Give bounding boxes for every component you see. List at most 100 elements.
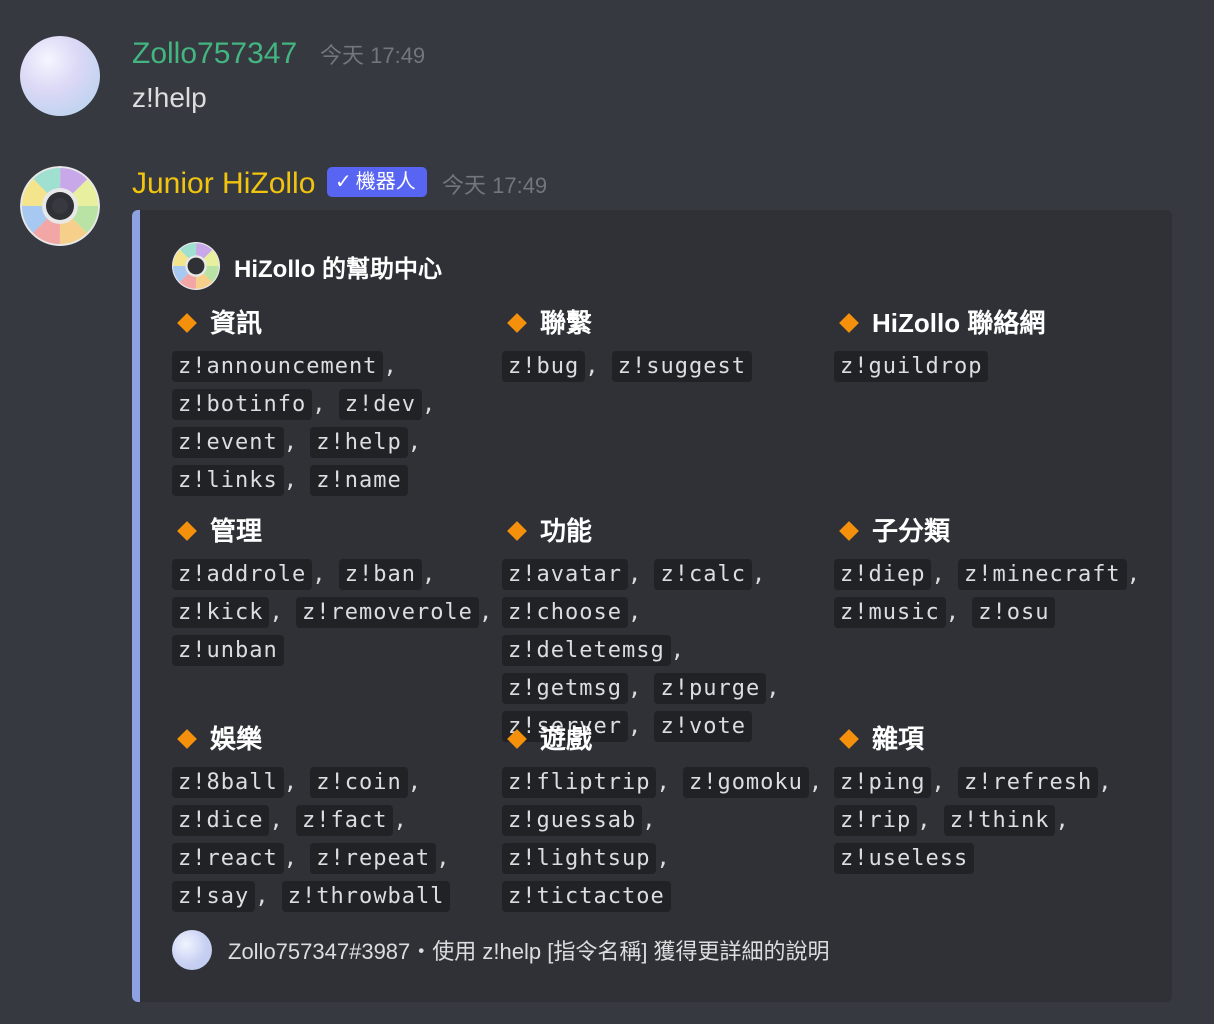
command-code: z!gomoku [682, 767, 809, 798]
command-code: z!name [310, 465, 408, 496]
command-code: z!useless [834, 843, 975, 874]
command-code: z!osu [972, 597, 1056, 628]
command-code: z!kick [172, 597, 270, 628]
command-code: z!repeat [310, 843, 437, 874]
user-avatar[interactable] [20, 36, 100, 116]
embed-field-value: z!8ball, z!coin, z!dice, z!fact, z!react… [172, 764, 502, 916]
command-separator: , [407, 430, 421, 455]
command-code: z!say [172, 881, 256, 912]
embed-field-title-text: 功能 [540, 516, 593, 546]
bot-badge: ✓ 機器人 [327, 167, 427, 197]
embed-field-title-text: 子分類 [872, 516, 951, 546]
command-code: z!calc [654, 559, 752, 590]
hizollo-logo-icon [20, 166, 100, 246]
command-code: z!react [172, 843, 284, 874]
command-separator: , [283, 846, 311, 871]
command-code: z!avatar [502, 559, 628, 590]
message-content: z!help [132, 82, 207, 113]
command-separator: , [1098, 770, 1112, 795]
orange-diamond-icon [507, 521, 527, 541]
verified-check-icon: ✓ [335, 171, 352, 193]
embed-field: 功能 z!avatar, z!calc, z!choose, z!deletems… [502, 514, 832, 746]
command-separator: , [931, 770, 958, 795]
command-separator: , [283, 770, 311, 795]
embed-field-value: z!addrole, z!ban, z!kick, z!removerole, … [172, 556, 502, 670]
embed-field: HiZollo 聯絡網 z!guildrop [834, 306, 1164, 386]
command-code: z!help [310, 427, 408, 458]
embed-footer: Zollo757347#3987・使用 z!help [指令名稱] 獲得更詳細的… [172, 930, 830, 970]
orange-diamond-icon [839, 729, 859, 749]
command-code: z!music [834, 597, 946, 628]
command-separator: , [808, 770, 823, 795]
command-code: z!botinfo [172, 389, 313, 420]
embed-field: 雜項 z!ping, z!refresh, z!rip, z!think, z!u… [834, 722, 1164, 878]
embed-field-value: z!fliptrip, z!gomoku, z!guessab, z!light… [502, 764, 832, 916]
help-embed: HiZollo 的幫助中心 資訊 z!announcement, z!botinf… [132, 210, 1172, 1002]
command-code: z!event [172, 427, 284, 458]
command-separator: , [1055, 808, 1069, 833]
command-separator: , [931, 562, 958, 587]
embed-field-title: 聯繫 [502, 306, 832, 340]
embed-field: 娛樂 z!8ball, z!coin, z!dice, z!fact, z!rea… [172, 722, 502, 916]
command-separator: , [917, 808, 944, 833]
command-code: z!rip [834, 805, 918, 836]
embed-field-title: HiZollo 聯絡網 [834, 306, 1164, 340]
embed-field: 遊戲 z!fliptrip, z!gomoku, z!guessab, z!lig… [502, 722, 832, 916]
command-code: z!unban [172, 635, 284, 666]
orange-diamond-icon [507, 729, 527, 749]
command-code: z!links [172, 465, 284, 496]
command-code: z!deletemsg [502, 635, 671, 666]
command-code: z!announcement [172, 351, 384, 382]
command-code: z!ping [834, 767, 932, 798]
command-separator: , [642, 808, 656, 833]
footer-avatar [172, 930, 212, 970]
command-code: z!choose [502, 597, 628, 628]
command-separator: , [312, 392, 339, 417]
command-code: z!tictactoe [502, 881, 671, 912]
embed-field-value: z!bug, z!suggest [502, 348, 832, 386]
command-code: z!addrole [172, 559, 313, 590]
command-code: z!refresh [957, 767, 1099, 798]
command-separator: , [585, 354, 612, 379]
orange-diamond-icon [177, 521, 197, 541]
command-separator: , [407, 770, 421, 795]
command-separator: , [283, 468, 311, 493]
orange-diamond-icon [507, 313, 527, 333]
command-separator: , [478, 600, 493, 625]
command-separator: , [383, 354, 397, 379]
bot-badge-label: 機器人 [355, 171, 416, 193]
embed-field-title-text: 管理 [210, 516, 263, 546]
embed-field-title-text: 雜項 [872, 724, 925, 754]
embed-field-title-text: HiZollo 聯絡網 [872, 308, 1046, 338]
bot-avatar[interactable] [20, 166, 100, 246]
embed-field-title: 雜項 [834, 722, 1164, 756]
command-code: z!bug [502, 351, 586, 382]
message-timestamp: 今天 17:49 [320, 43, 426, 68]
command-separator: , [656, 770, 683, 795]
embed-field-title-text: 遊戲 [540, 724, 593, 754]
embed-field-title-text: 資訊 [210, 308, 263, 338]
command-separator: , [269, 600, 296, 625]
command-separator: , [751, 562, 766, 587]
embed-author: HiZollo 的幫助中心 [172, 242, 442, 290]
command-code: z!removerole [295, 597, 479, 628]
command-code: z!suggest [611, 351, 752, 382]
command-code: z!8ball [172, 767, 284, 798]
command-separator: , [627, 676, 655, 701]
embed-field-value: z!diep, z!minecraft, z!music, z!osu [834, 556, 1164, 632]
embed-field-title: 娛樂 [172, 722, 502, 756]
embed-field: 管理 z!addrole, z!ban, z!kick, z!removerole… [172, 514, 502, 670]
bot-name[interactable]: Junior HiZollo [132, 166, 315, 202]
embed-field-value: z!ping, z!refresh, z!rip, z!think, z!use… [834, 764, 1164, 878]
orange-diamond-icon [177, 313, 197, 333]
embed-author-name: HiZollo 的幫助中心 [234, 255, 442, 283]
embed-field: 子分類 z!diep, z!minecraft, z!music, z!osu [834, 514, 1164, 632]
command-separator: , [766, 676, 780, 701]
command-code: z!lightsup [502, 843, 657, 874]
command-separator: , [421, 562, 436, 587]
command-code: z!fact [295, 805, 394, 836]
embed-field-title: 遊戲 [502, 722, 832, 756]
user-name[interactable]: Zollo757347 [132, 36, 297, 72]
command-code: z!coin [310, 767, 408, 798]
hizollo-logo-icon [172, 242, 220, 290]
